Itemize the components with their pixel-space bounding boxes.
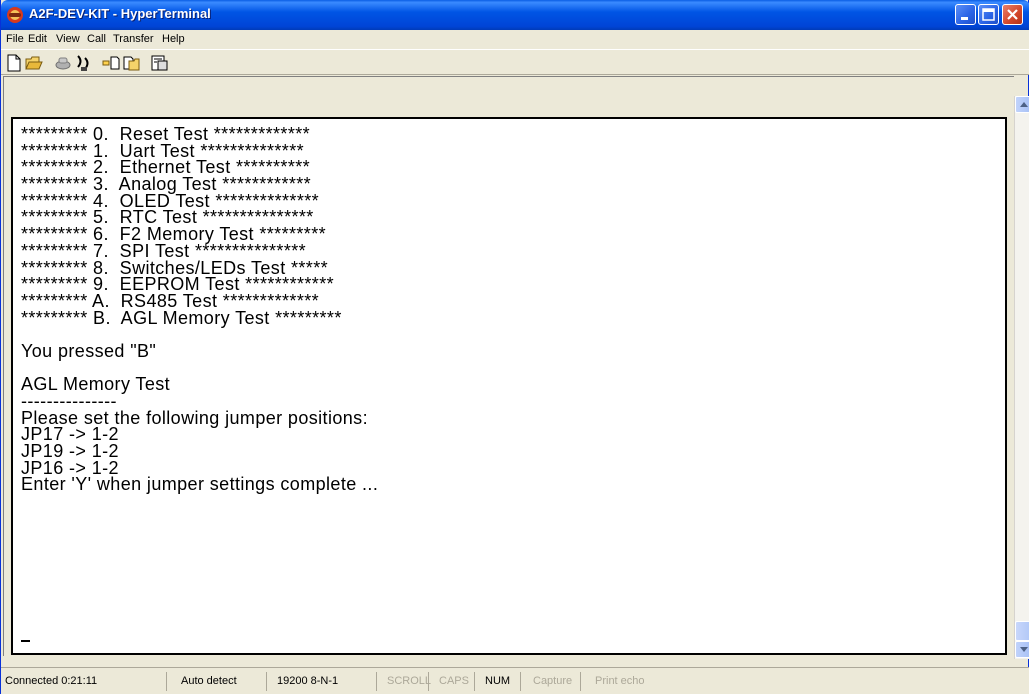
scroll-up-button[interactable] xyxy=(1015,96,1029,113)
toolbar xyxy=(1,49,1029,75)
terminal-output: ********* 0. Reset Test ************* **… xyxy=(21,125,379,495)
status-capture: Capture xyxy=(529,672,581,691)
receive-icon[interactable] xyxy=(121,53,141,73)
maximize-button[interactable] xyxy=(978,4,999,25)
minimize-icon xyxy=(961,17,968,20)
menu-file[interactable]: File xyxy=(6,33,24,45)
menu-help[interactable]: Help xyxy=(162,33,185,45)
terminal-screen[interactable]: ********* 0. Reset Test ************* **… xyxy=(11,117,1007,655)
terminal-line: Enter 'Y' when jumper settings complete … xyxy=(21,474,379,495)
terminal-line: You pressed "B" xyxy=(21,340,157,361)
status-scroll: SCROLL xyxy=(383,672,431,691)
close-button[interactable] xyxy=(1002,4,1023,25)
menu-edit[interactable]: Edit xyxy=(28,33,47,45)
menu-call[interactable]: Call xyxy=(87,33,106,45)
window-title: A2F-DEV-KIT - HyperTerminal xyxy=(29,6,211,21)
chevron-up-icon xyxy=(1020,102,1028,107)
hyperterminal-phone-icon xyxy=(7,7,23,23)
menu-transfer[interactable]: Transfer xyxy=(113,33,154,45)
status-settings: 19200 8-N-1 xyxy=(273,672,377,691)
close-icon xyxy=(1007,9,1018,20)
status-print-echo: Print echo xyxy=(595,675,645,687)
client-area: ********* 0. Reset Test ************* **… xyxy=(3,76,1014,656)
vertical-scrollbar[interactable] xyxy=(1014,96,1029,659)
chevron-down-icon xyxy=(1020,647,1028,652)
disconnect-icon[interactable] xyxy=(53,53,73,73)
new-connection-icon[interactable] xyxy=(4,53,24,73)
terminal-line: ********* B. AGL Memory Test ********* xyxy=(21,307,342,328)
minimize-button[interactable] xyxy=(955,4,976,25)
status-bar: Connected 0:21:11 Auto detect 19200 8-N-… xyxy=(1,667,1029,694)
menu-view[interactable]: View xyxy=(56,33,80,45)
hyperterminal-window: A2F-DEV-KIT - HyperTerminal File Edit Vi… xyxy=(0,0,1029,694)
status-num: NUM xyxy=(481,672,521,691)
menu-bar: File Edit View Call Transfer Help xyxy=(1,30,1029,49)
properties-icon[interactable] xyxy=(149,53,169,73)
scroll-down-button[interactable] xyxy=(1015,641,1029,658)
title-bar[interactable]: A2F-DEV-KIT - HyperTerminal xyxy=(1,0,1029,30)
connect-icon[interactable] xyxy=(73,53,93,73)
scroll-thumb[interactable] xyxy=(1015,621,1029,641)
maximize-icon xyxy=(982,8,995,21)
terminal-cursor xyxy=(21,640,30,642)
status-connected: Connected 0:21:11 xyxy=(1,672,167,691)
open-icon[interactable] xyxy=(24,53,44,73)
send-icon[interactable] xyxy=(101,53,121,73)
status-detect: Auto detect xyxy=(177,672,267,691)
terminal-line: ********* 7. SPI Test *************** xyxy=(21,240,307,261)
status-caps: CAPS xyxy=(435,672,475,691)
